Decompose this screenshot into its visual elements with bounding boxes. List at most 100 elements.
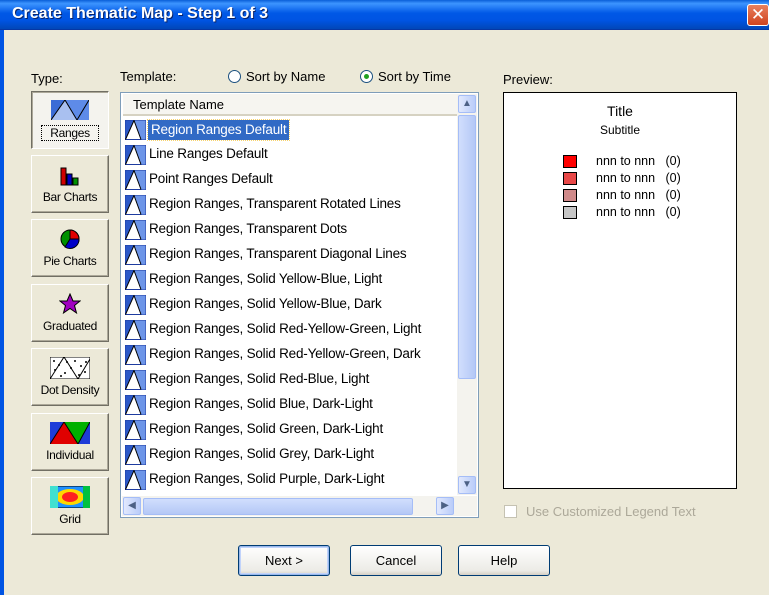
scroll-up-icon[interactable]: ▲	[458, 95, 476, 113]
region-template-icon	[125, 420, 146, 440]
region-template-icon	[125, 145, 146, 165]
template-label: Template:	[120, 69, 177, 84]
sort-by-name-radio[interactable]	[228, 70, 241, 83]
template-list[interactable]: Template Name Region Ranges Default Line …	[120, 92, 479, 518]
region-template-icon	[125, 170, 146, 190]
template-list-item[interactable]: Region Ranges, Transparent Rotated Lines	[125, 194, 459, 216]
type-label-dot-density: Dot Density	[40, 383, 100, 397]
template-list-item[interactable]: Region Ranges, Solid Grey, Dark-Light	[125, 444, 459, 466]
pie-charts-icon	[60, 229, 80, 250]
preview-subtitle: Subtitle	[599, 123, 641, 137]
type-grid-button[interactable]: Grid	[31, 477, 109, 535]
sort-by-time-radio[interactable]	[360, 70, 373, 83]
use-customized-legend-checkbox[interactable]	[504, 505, 517, 518]
type-dot-density-button[interactable]: Dot Density	[31, 348, 109, 406]
template-list-item[interactable]: Line Ranges Default	[125, 144, 459, 166]
graduated-icon	[59, 293, 81, 315]
sort-by-time-label[interactable]: Sort by Time	[378, 69, 451, 84]
title-bar[interactable]: Create Thematic Map - Step 1 of 3 ✕	[0, 0, 769, 30]
region-template-icon	[125, 220, 146, 240]
dialog-title: Create Thematic Map - Step 1 of 3	[12, 5, 269, 22]
template-list-item-label: Point Ranges Default	[149, 171, 273, 186]
region-template-icon	[125, 470, 146, 490]
legend-range-text: nnn to nnn (0)	[596, 205, 681, 219]
template-list-item-label: Region Ranges, Solid Red-Yellow-Green, L…	[149, 321, 422, 336]
bar-charts-icon	[60, 167, 79, 186]
column-header-label: Template Name	[133, 97, 225, 112]
preview-panel: Title Subtitle nnn to nnn (0) nnn to nnn …	[503, 92, 737, 489]
legend-range-text: nnn to nnn (0)	[596, 188, 681, 202]
legend-swatch	[563, 189, 577, 202]
preview-label: Preview:	[503, 72, 553, 87]
ranges-icon	[51, 100, 89, 120]
type-graduated-button[interactable]: Graduated	[31, 284, 109, 342]
legend-range-text: nnn to nnn (0)	[596, 154, 681, 168]
template-list-item[interactable]: Region Ranges, Transparent Dots	[125, 219, 459, 241]
legend-swatch	[563, 172, 577, 185]
grid-icon	[50, 486, 90, 508]
type-ranges-button[interactable]: Ranges	[31, 91, 109, 149]
type-label-bar-charts: Bar Charts	[42, 190, 98, 204]
use-customized-legend-label[interactable]: Use Customized Legend Text	[526, 504, 696, 519]
vertical-scroll-thumb[interactable]	[458, 115, 476, 379]
template-list-item-label: Region Ranges, Transparent Dots	[149, 221, 347, 236]
window-border	[0, 30, 4, 595]
template-list-item-label: Region Ranges, Solid Red-Blue, Light	[149, 371, 370, 386]
template-list-item[interactable]: Region Ranges, Solid Blue, Dark-Light	[125, 394, 459, 416]
template-list-item[interactable]: Region Ranges, Solid Purple, Dark-Light	[125, 469, 459, 491]
template-list-item[interactable]: Region Ranges Default	[125, 119, 459, 141]
template-list-item[interactable]: Point Ranges Default	[125, 169, 459, 191]
region-template-icon	[125, 445, 146, 465]
help-button[interactable]: Help	[458, 545, 550, 576]
region-template-icon	[125, 320, 146, 340]
type-label-grid: Grid	[59, 512, 81, 526]
template-list-item-label: Region Ranges, Transparent Rotated Lines	[149, 196, 401, 211]
template-list-item-label: Region Ranges, Transparent Diagonal Line…	[149, 246, 407, 261]
legend-swatch	[563, 206, 577, 219]
type-pie-charts-button[interactable]: Pie Charts	[31, 219, 109, 277]
template-list-item[interactable]: Region Ranges, Solid Red-Yellow-Green, D…	[125, 344, 459, 366]
type-bar-charts-button[interactable]: Bar Charts	[31, 155, 109, 213]
horizontal-scroll-thumb[interactable]	[143, 498, 413, 515]
sort-by-name-label[interactable]: Sort by Name	[246, 69, 325, 84]
legend-swatch	[563, 155, 577, 168]
scroll-right-icon[interactable]: ▶	[436, 497, 454, 515]
region-template-icon	[125, 120, 146, 140]
region-template-icon	[125, 270, 146, 290]
cancel-button[interactable]: Cancel	[350, 545, 442, 576]
dot-density-icon	[50, 357, 90, 379]
template-list-item[interactable]: Region Ranges, Solid Yellow-Blue, Dark	[125, 294, 459, 316]
region-template-icon	[125, 370, 146, 390]
region-template-icon	[125, 395, 146, 415]
thematic-map-dialog: Create Thematic Map - Step 1 of 3 ✕ Type…	[0, 0, 769, 595]
template-list-item[interactable]: Region Ranges, Transparent Diagonal Line…	[125, 244, 459, 266]
scroll-left-icon[interactable]: ◀	[123, 497, 141, 515]
preview-title: Title	[607, 103, 633, 119]
type-individual-button[interactable]: Individual	[31, 413, 109, 471]
template-list-item-label: Region Ranges, Solid Yellow-Blue, Dark	[149, 296, 382, 311]
region-template-icon	[125, 245, 146, 265]
region-template-icon	[125, 295, 146, 315]
template-list-item-label: Region Ranges, Solid Yellow-Blue, Light	[149, 271, 383, 286]
template-list-item-label: Region Ranges, Solid Green, Dark-Light	[149, 421, 384, 436]
template-list-item-label: Region Ranges, Solid Purple, Dark-Light	[149, 471, 385, 486]
type-label-graduated: Graduated	[42, 319, 97, 333]
close-icon[interactable]: ✕	[747, 4, 769, 26]
template-list-item[interactable]: Region Ranges, Solid Yellow-Blue, Light	[125, 269, 459, 291]
region-template-icon	[125, 195, 146, 215]
template-name-column-header[interactable]: Template Name	[123, 94, 459, 116]
type-label-pie-charts: Pie Charts	[43, 254, 97, 268]
template-list-item[interactable]: Region Ranges, Solid Green, Dark-Light	[125, 419, 459, 441]
template-list-item-label: Line Ranges Default	[149, 146, 268, 161]
region-template-icon	[125, 345, 146, 365]
individual-icon	[50, 422, 90, 444]
template-list-item[interactable]: Region Ranges, Solid Red-Yellow-Green, L…	[125, 319, 459, 341]
template-list-item-label: Region Ranges Default	[146, 119, 291, 141]
legend-range-text: nnn to nnn (0)	[596, 171, 681, 185]
template-list-item-label: Region Ranges, Solid Blue, Dark-Light	[149, 396, 373, 411]
next-button[interactable]: Next >	[238, 545, 330, 576]
template-list-item[interactable]: Region Ranges, Solid Red-Blue, Light	[125, 369, 459, 391]
scroll-down-icon[interactable]: ▼	[458, 476, 476, 494]
type-label: Type:	[31, 71, 63, 86]
template-list-item-label: Region Ranges, Solid Red-Yellow-Green, D…	[149, 346, 421, 361]
